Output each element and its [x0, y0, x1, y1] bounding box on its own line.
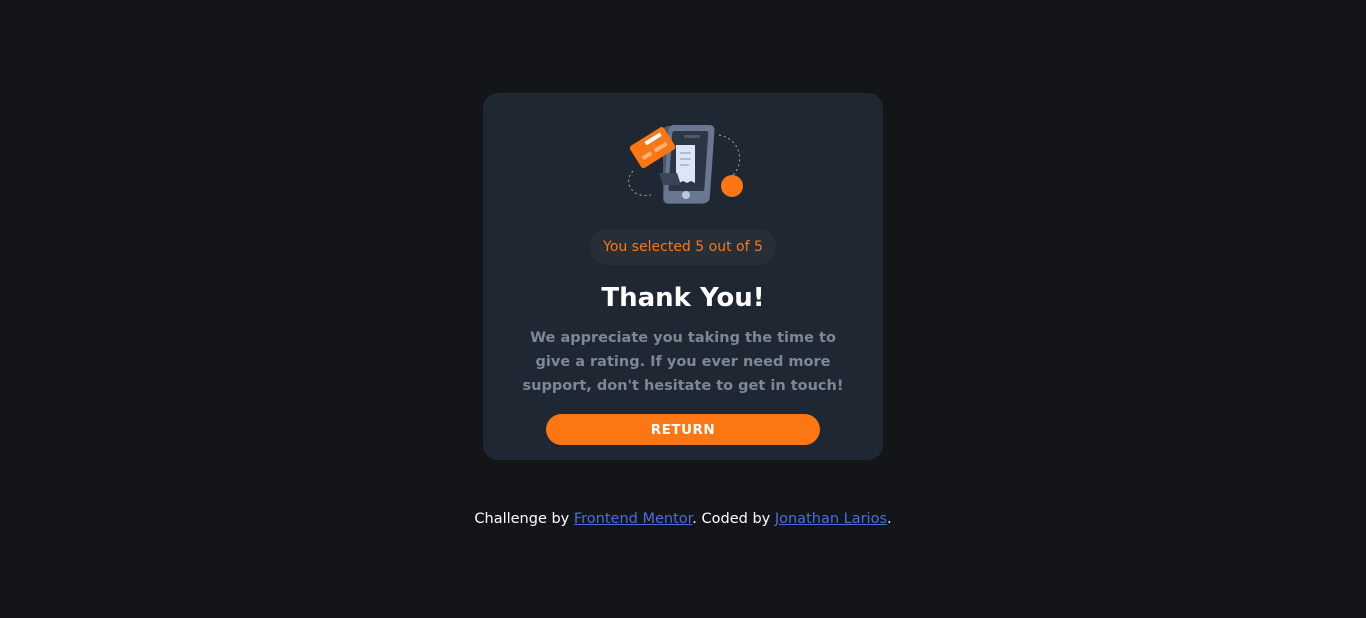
thank-you-card: You selected 5 out of 5 Thank You! We ap… [483, 93, 883, 460]
attribution-middle: . Coded by [692, 511, 775, 527]
frontend-mentor-link[interactable]: Frontend Mentor [574, 511, 692, 527]
page-title: Thank You! [601, 283, 765, 313]
payment-phone-illustration-icon [623, 123, 747, 209]
author-link[interactable]: Jonathan Larios [775, 511, 887, 527]
attribution-footer: Challenge by Frontend Mentor. Coded by J… [0, 509, 1366, 529]
selected-rating-badge: You selected 5 out of 5 [590, 229, 776, 265]
thank-you-message: We appreciate you taking the time to giv… [522, 330, 844, 394]
attribution-suffix: . [887, 511, 892, 527]
return-button[interactable]: RETURN [546, 414, 820, 445]
attribution-prefix: Challenge by [474, 511, 574, 527]
